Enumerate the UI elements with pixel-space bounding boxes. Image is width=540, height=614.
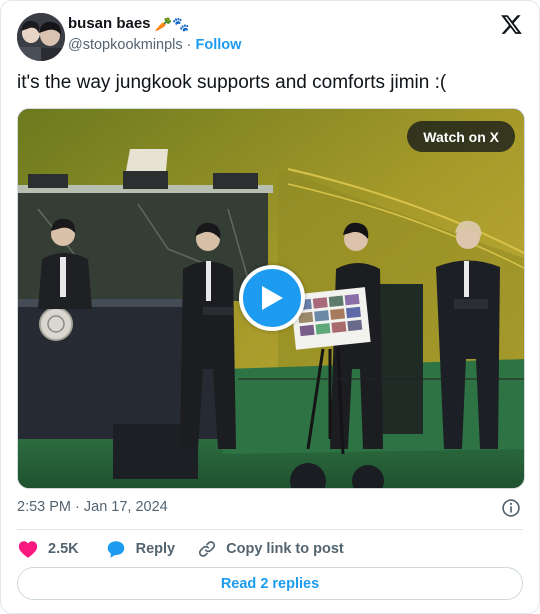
- play-icon: [262, 286, 283, 310]
- author-name-emoji: 🥕🐾: [154, 15, 190, 32]
- author-display-name[interactable]: busan baes: [68, 15, 151, 32]
- play-button[interactable]: [239, 265, 305, 331]
- info-icon[interactable]: [501, 498, 521, 518]
- read-replies-button[interactable]: Read 2 replies: [17, 567, 523, 600]
- author-name-row[interactable]: busan baes 🥕🐾: [68, 15, 189, 32]
- copy-link-label: Copy link to post: [226, 541, 344, 557]
- heart-icon: [18, 541, 38, 558]
- avatar[interactable]: [17, 13, 65, 61]
- reply-label: Reply: [135, 541, 176, 557]
- divider: [17, 529, 523, 530]
- post-timestamp[interactable]: 2:53 PM · Jan 17, 2024: [17, 499, 168, 515]
- x-logo-icon[interactable]: [500, 13, 523, 36]
- like-button[interactable]: 2.5K: [17, 538, 79, 560]
- author-handle[interactable]: @stopkookminpls: [68, 37, 183, 53]
- follow-link[interactable]: Follow: [196, 37, 242, 53]
- like-count: 2.5K: [48, 541, 79, 557]
- copy-link-button[interactable]: Copy link to post: [197, 539, 344, 559]
- action-bar: 2.5K Reply Copy link to post: [17, 537, 344, 561]
- reply-button[interactable]: Reply: [105, 538, 176, 560]
- video-player[interactable]: Watch on X: [17, 108, 525, 489]
- author-handle-row: @stopkookminpls · Follow: [68, 37, 241, 53]
- embedded-post-card: busan baes 🥕🐾 @stopkookminpls · Follow it'…: [0, 0, 540, 614]
- post-text: it's the way jungkook supports and comfo…: [17, 72, 447, 93]
- reply-bubble-icon: [107, 541, 124, 558]
- watch-on-x-button[interactable]: Watch on X: [407, 121, 515, 152]
- separator-dot: ·: [186, 37, 192, 53]
- link-icon: [199, 541, 216, 557]
